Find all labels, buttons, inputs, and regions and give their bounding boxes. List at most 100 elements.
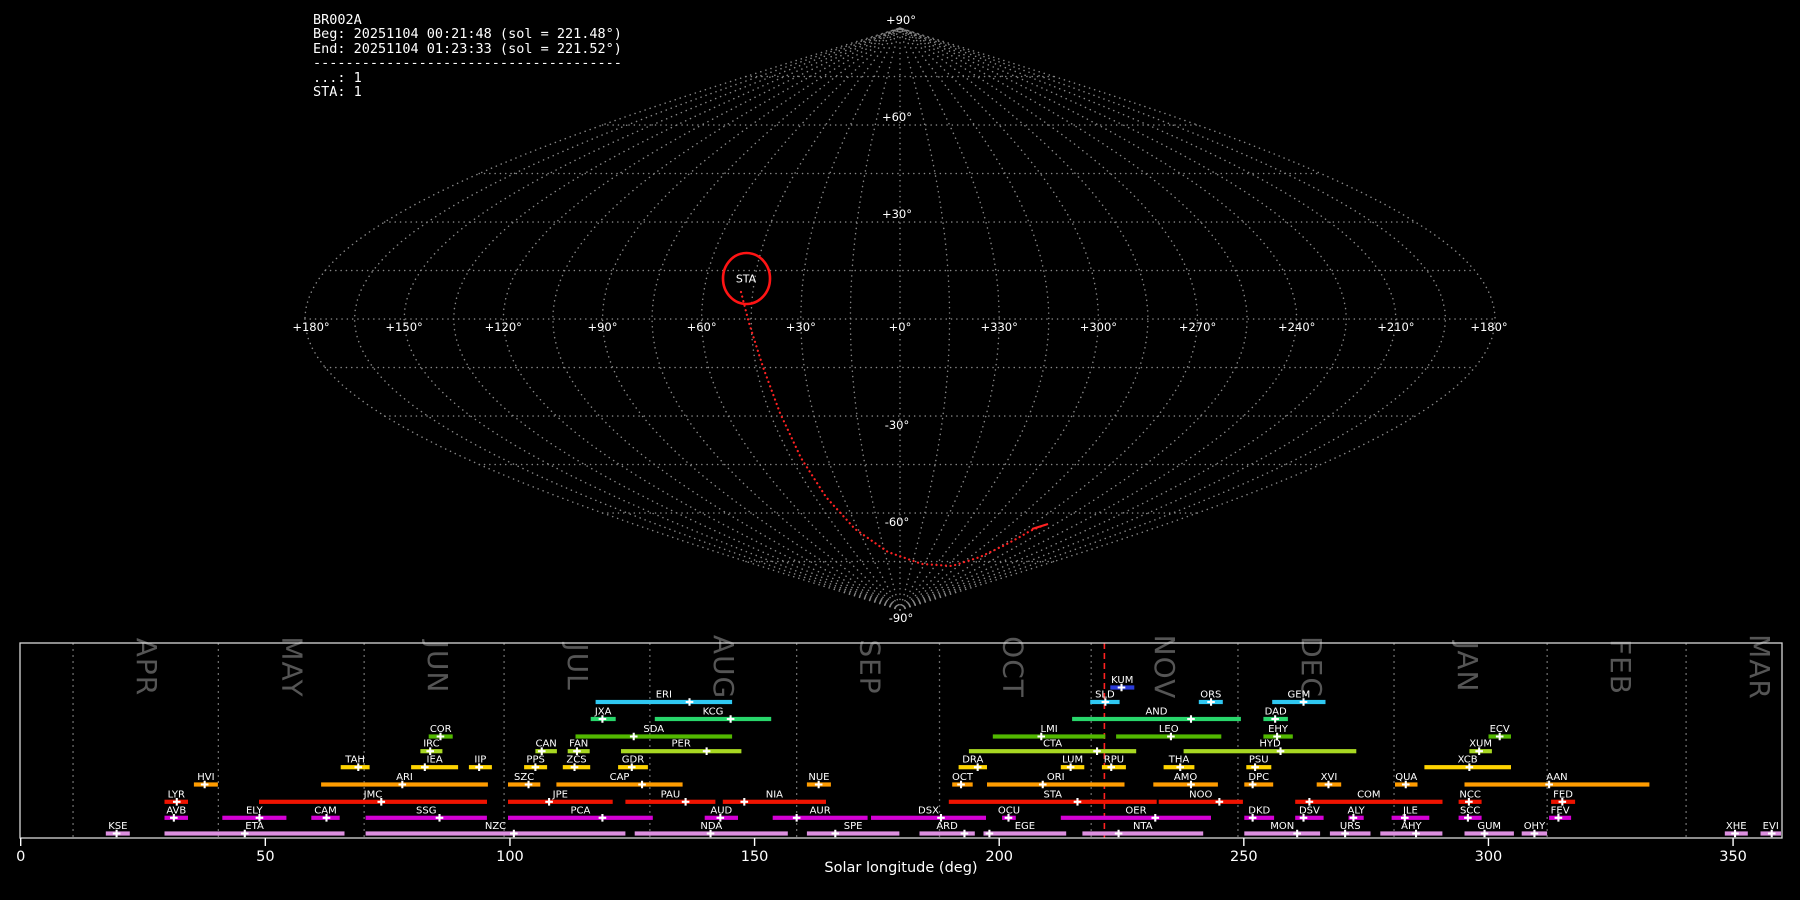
shower-bar-amo [1153, 782, 1218, 787]
plot-canvas: +180° +150° +120° +90° +60° +30° +0° +330° +300°… [16, 13, 1783, 876]
shower-label-ori: ORI [1047, 772, 1065, 783]
shower-label-can: CAN [535, 739, 556, 750]
shower-label-lyr: LYR [168, 789, 185, 800]
lat-label: +60° [882, 110, 912, 124]
count-line-sporadic: ...: 1 [313, 69, 362, 86]
shower-label-dad: DAD [1265, 707, 1287, 718]
x-tick-label: 250 [1230, 849, 1258, 865]
shower-label-aur: AUR [810, 805, 831, 816]
shower-bar-jle [1391, 815, 1430, 820]
shower-label-hvi: HVI [197, 772, 214, 783]
lat-label: -30° [885, 418, 910, 432]
row-plum: KSE ETA NZC NDA SPE ARD EGE NTA MON URS AHY GUM OHY X… [105, 821, 1781, 838]
lon-label: +150° [385, 320, 422, 334]
shower-label-oct: OCT [952, 772, 974, 783]
shower-label-tah: TAH [344, 755, 365, 766]
shower-label-gdr: GDR [622, 755, 644, 766]
shower-bar-szc [508, 782, 541, 787]
shower-label-and: AND [1145, 707, 1167, 718]
shower-peak-marker-sta [1073, 798, 1082, 806]
x-tick-label: 100 [496, 849, 524, 865]
shower-label-nue: NUE [808, 772, 829, 783]
shower-label-lum: LUM [1062, 755, 1083, 766]
shower-label-avb: AVB [166, 805, 186, 816]
shower-label-irc: IRC [423, 739, 439, 750]
shower-bar-ahy [1380, 831, 1443, 836]
lon-label: +330° [981, 320, 1018, 334]
shower-peak-marker-ard [960, 829, 969, 838]
shower-bar-oer [1060, 815, 1211, 820]
shower-label-com: COM [1357, 789, 1380, 800]
row-springgreen: JXA KCG AND DAD [590, 707, 1288, 723]
shower-label-amo: AMO [1174, 772, 1197, 783]
shower-bar-gem [1272, 699, 1326, 705]
month-label: APR [130, 638, 163, 697]
shower-label-urs: URS [1340, 821, 1361, 832]
shower-bar-sta [948, 799, 1157, 804]
shower-label-ahy: AHY [1401, 821, 1422, 832]
shower-label-xum: XUM [1469, 739, 1492, 750]
shower-peak-marker-eri [685, 698, 694, 706]
shower-bar-aur [772, 815, 868, 820]
shower-label-jpe: JPE [552, 789, 568, 800]
month-label: MAR [1743, 634, 1776, 700]
shower-bar-and [1072, 716, 1241, 722]
month-label: OCT [997, 636, 1030, 698]
lon-label: +60° [687, 320, 717, 334]
shower-label-mon: MON [1270, 821, 1294, 832]
shower-label-fan: FAN [569, 739, 588, 750]
shower-bar-hyd [1183, 749, 1357, 754]
shower-label-sta: STA [1044, 789, 1063, 800]
shower-peak-marker-noo [1215, 798, 1224, 806]
shower-peak-marker-nta [1114, 829, 1123, 838]
shower-label-aly: ALY [1348, 805, 1366, 816]
shower-label-eta: ETA [245, 821, 264, 832]
shower-peak-marker-nzc [510, 829, 518, 838]
lon-label: +180° [1470, 320, 1507, 334]
row-orange: HVI ARI SZC CAP NUE OCT ORI AMO DPC XVI QUA AAN [193, 772, 1650, 789]
shower-label-scc: SCC [1460, 805, 1480, 816]
shower-label-xcb: XCB [1458, 755, 1478, 766]
shower-label-iea: IEA [427, 755, 443, 766]
shower-bar-pau [625, 799, 716, 804]
count-line-sta: STA: 1 [313, 84, 362, 101]
shower-label-ssg: SSG [416, 805, 436, 816]
month-label: JUN [421, 639, 454, 694]
month-label: JUL [561, 641, 594, 690]
shower-label-nia: NIA [766, 789, 783, 800]
shower-label-ari: ARI [396, 772, 413, 783]
x-tick-label: 300 [1475, 849, 1503, 865]
shower-bar-urs [1329, 831, 1371, 836]
row-red: LYR JMC JPE PAU NIA STA NOO COM NCC FED [164, 789, 1576, 806]
row-magenta: AVB ELY CAM SSG PCA AUD AUR DSX OCU OER DKD DSV ALY J… [164, 805, 1572, 822]
shower-peak-marker-pau [681, 798, 690, 806]
shower-label-gum: GUM [1477, 821, 1501, 832]
shower-label-ecv: ECV [1490, 724, 1510, 735]
radiant-trail-tip [1031, 522, 1049, 531]
grid-meridian [552, 27, 901, 611]
shower-peak-marker-kcg [726, 715, 735, 723]
shower-label-cor: COR [430, 724, 452, 735]
shower-label-ncc: NCC [1459, 789, 1480, 800]
shower-label-ohy: OHY [1524, 821, 1546, 832]
shower-label-dpc: DPC [1248, 772, 1269, 783]
begin-time-line: Beg: 20251104 00:21:48 (sol = 221.48°) [313, 26, 622, 43]
shower-bar-dra [958, 765, 987, 770]
shower-peak-marker-ege [985, 829, 994, 838]
shower-bar-nta [1082, 831, 1204, 836]
shower-bar-cta [968, 749, 1137, 754]
grid-meridian [353, 27, 901, 611]
shower-bar-cap [556, 782, 683, 787]
shower-bar-eri [595, 699, 733, 705]
lon-label: +30° [786, 320, 816, 334]
shower-label-iip: IIP [474, 755, 486, 766]
x-tick-label: 150 [741, 849, 769, 865]
shower-peak-marker-cta [1093, 747, 1101, 755]
shower-label-zcs: ZCS [566, 755, 586, 766]
shower-label-dsx: DSX [918, 805, 939, 816]
shower-label-pau: PAU [661, 789, 681, 800]
shower-bar-nzc [365, 831, 626, 836]
month-label: SEP [854, 639, 887, 694]
lon-label: +90° [587, 320, 617, 334]
shower-label-cam: CAM [314, 805, 336, 816]
